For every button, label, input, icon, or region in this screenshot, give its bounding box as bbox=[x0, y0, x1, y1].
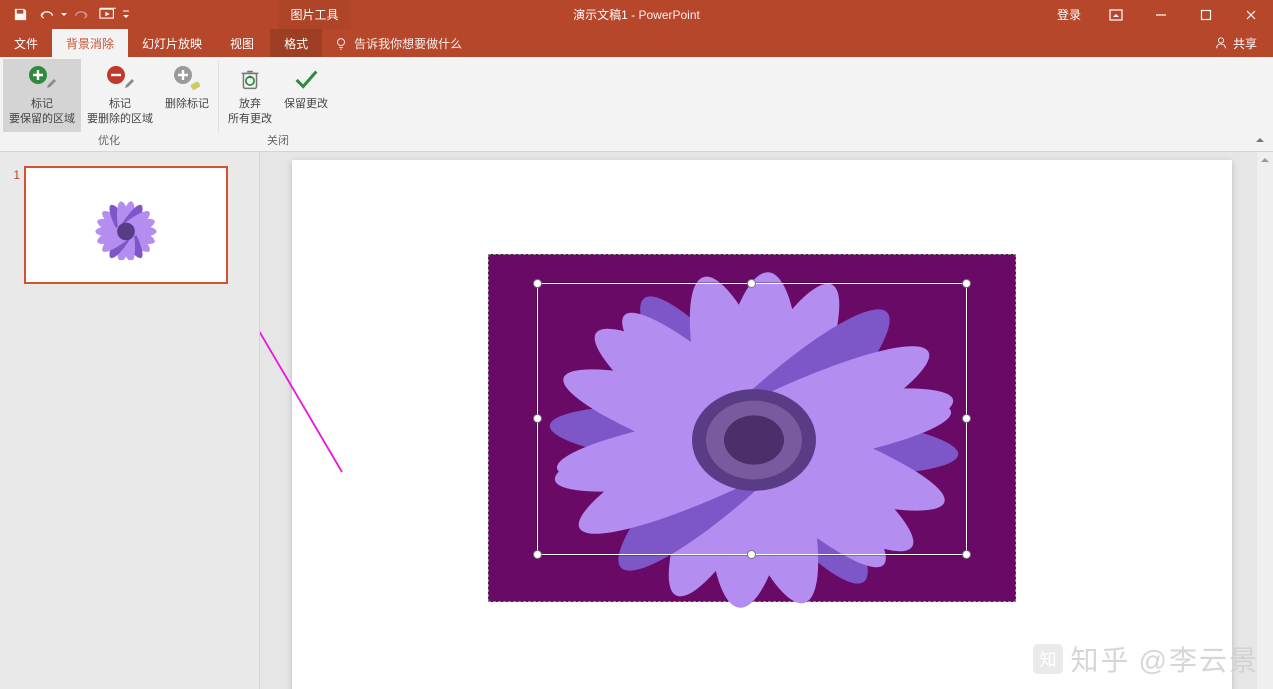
vertical-scrollbar[interactable] bbox=[1257, 152, 1273, 689]
trash-revert-icon bbox=[234, 63, 266, 95]
minus-circle-pencil-icon bbox=[104, 63, 136, 95]
svg-text:知: 知 bbox=[1039, 651, 1058, 670]
scroll-up-icon[interactable] bbox=[1257, 152, 1273, 168]
keep-changes-button[interactable]: 保留更改 bbox=[278, 59, 334, 132]
tab-background-removal[interactable]: 背景消除 bbox=[52, 29, 128, 57]
resize-handle-ml[interactable] bbox=[533, 414, 542, 423]
resize-handle-bm[interactable] bbox=[747, 550, 756, 559]
ribbon-group-label-refine: 优化 bbox=[3, 132, 215, 151]
tab-view[interactable]: 视图 bbox=[216, 29, 268, 57]
watermark: 知 知乎 @李云景 bbox=[1033, 639, 1259, 679]
workspace: 1 bbox=[0, 152, 1273, 689]
thumbnail-slide[interactable] bbox=[24, 166, 228, 284]
ribbon-group-label-close: 关闭 bbox=[222, 132, 334, 151]
save-button[interactable] bbox=[8, 3, 32, 27]
tab-file[interactable]: 文件 bbox=[0, 29, 52, 57]
window-controls: 登录 bbox=[1045, 0, 1273, 29]
ribbon: 标记 要保留的区域 标记 要删除的区域 删除标记 优化 bbox=[0, 57, 1273, 152]
resize-handle-bl[interactable] bbox=[533, 550, 542, 559]
undo-button[interactable] bbox=[34, 3, 58, 27]
document-name: 演示文稿1 bbox=[573, 8, 628, 22]
resize-handle-tl[interactable] bbox=[533, 279, 542, 288]
slide-canvas[interactable] bbox=[292, 160, 1232, 689]
ribbon-tabs: 文件 背景消除 幻灯片放映 视图 格式 告诉我你想要做什么 共享 bbox=[0, 29, 1273, 57]
window-title: 演示文稿1 - PowerPoint bbox=[573, 6, 700, 23]
plus-circle-pencil-icon bbox=[26, 63, 58, 95]
delete-mark-button[interactable]: 删除标记 bbox=[159, 59, 215, 132]
watermark-author: @李云景 bbox=[1139, 639, 1259, 679]
redo-button bbox=[70, 3, 94, 27]
plus-circle-eraser-icon bbox=[171, 63, 203, 95]
app-name: PowerPoint bbox=[638, 8, 699, 22]
tell-me-search[interactable]: 告诉我你想要做什么 bbox=[322, 29, 474, 57]
slide-thumbnails-pane[interactable]: 1 bbox=[0, 152, 260, 689]
ribbon-group-close: 放弃 所有更改 保留更改 关闭 bbox=[219, 57, 337, 151]
ribbon-display-options-button[interactable] bbox=[1093, 0, 1138, 29]
thumbnail-item[interactable]: 1 bbox=[6, 166, 249, 284]
title-bar: 图片工具 演示文稿1 - PowerPoint 登录 bbox=[0, 0, 1273, 29]
quick-access-toolbar bbox=[0, 3, 130, 27]
start-slideshow-button[interactable] bbox=[96, 3, 120, 27]
mark-areas-to-keep-button[interactable]: 标记 要保留的区域 bbox=[3, 59, 81, 132]
sign-in-button[interactable]: 登录 bbox=[1045, 0, 1093, 29]
slide-canvas-pane[interactable]: 知 知乎 @李云景 bbox=[260, 152, 1273, 689]
flower-image-thumbnail bbox=[74, 196, 178, 260]
share-label: 共享 bbox=[1233, 35, 1257, 52]
checkmark-icon bbox=[290, 63, 322, 95]
zhihu-logo-icon: 知 bbox=[1033, 644, 1063, 674]
qat-customize-icon[interactable] bbox=[122, 8, 130, 22]
discard-all-changes-button[interactable]: 放弃 所有更改 bbox=[222, 59, 278, 132]
resize-handle-tr[interactable] bbox=[962, 279, 971, 288]
tab-format[interactable]: 格式 bbox=[270, 29, 322, 57]
resize-handle-tm[interactable] bbox=[747, 279, 756, 288]
tab-slideshow[interactable]: 幻灯片放映 bbox=[128, 29, 216, 57]
collapse-ribbon-button[interactable] bbox=[1253, 133, 1267, 147]
watermark-site: 知乎 bbox=[1071, 639, 1131, 679]
maximize-button[interactable] bbox=[1183, 0, 1228, 29]
share-button[interactable]: 共享 bbox=[1198, 29, 1273, 57]
background-removal-image[interactable] bbox=[488, 254, 1016, 602]
person-icon bbox=[1214, 36, 1228, 50]
lightbulb-icon bbox=[334, 36, 348, 50]
ribbon-group-refine: 标记 要保留的区域 标记 要删除的区域 删除标记 优化 bbox=[0, 57, 218, 151]
resize-handle-mr[interactable] bbox=[962, 414, 971, 423]
minimize-button[interactable] bbox=[1138, 0, 1183, 29]
resize-handle-br[interactable] bbox=[962, 550, 971, 559]
selection-marquee[interactable] bbox=[537, 283, 967, 555]
mark-areas-to-remove-button[interactable]: 标记 要删除的区域 bbox=[81, 59, 159, 132]
tell-me-placeholder: 告诉我你想要做什么 bbox=[354, 35, 462, 52]
undo-dropdown-icon[interactable] bbox=[60, 8, 68, 22]
contextual-tab-header: 图片工具 bbox=[278, 0, 351, 29]
thumbnail-number: 1 bbox=[6, 166, 24, 284]
close-button[interactable] bbox=[1228, 0, 1273, 29]
